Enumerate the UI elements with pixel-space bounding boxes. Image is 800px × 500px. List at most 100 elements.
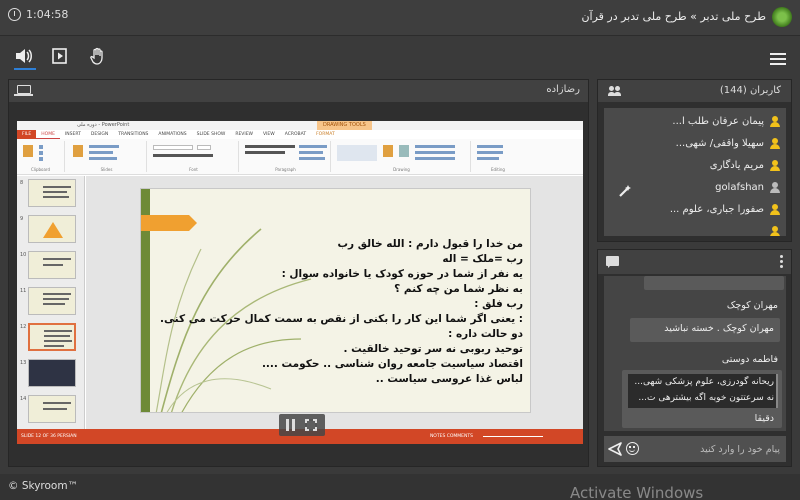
message-bubble-partial [644, 276, 784, 290]
user-icon [770, 115, 780, 127]
play-icon[interactable] [50, 47, 70, 65]
quote-line: نه سرعتتون خوبه اگه بیشترهی ت... [638, 393, 774, 403]
user-item[interactable]: golafshan [610, 177, 780, 199]
ppt-tab: DESIGN [90, 132, 109, 137]
toolbar [0, 37, 800, 75]
slide-thumbnail[interactable]: 8 [17, 178, 84, 210]
slide-thumbnail[interactable]: 14 [17, 394, 84, 426]
ribbon-group-label: Paragraph [275, 167, 296, 172]
timer-text: 1:04:58 [26, 8, 69, 21]
quote-line: ریحانه گودرزی، علوم پزشکی شهی... [634, 377, 774, 387]
users-panel-header: کاربران (144) [598, 80, 791, 102]
slide-arrow-shape [141, 215, 197, 231]
slide-line: اقتصاد سیاسیت جامعه روان شناسی .. حکومت … [261, 358, 523, 370]
slide-thumbnail[interactable]: 10 [17, 250, 84, 282]
ribbon-group: Font [149, 141, 239, 172]
slide-text-box[interactable]: من خدا را قبول دارم : الله خالق رب رب =م… [160, 237, 523, 387]
laptop-icon [14, 85, 33, 96]
message-text: دقیقا [754, 413, 774, 424]
activate-windows-watermark: Activate Windows [570, 484, 704, 500]
hand-icon[interactable] [88, 47, 108, 65]
chat-icon [606, 256, 619, 268]
ppt-ribbon: Clipboard Slides Font Paragraph Drawing … [17, 139, 583, 175]
presenter-name: رضازاده [546, 84, 580, 95]
zoom-slider [483, 436, 543, 437]
drawing-tools-label: DRAWING TOOLS [317, 121, 372, 130]
user-item[interactable]: مریم یادگاری [610, 155, 780, 177]
presentation-panel: رضازاده دوره ملی - PowerPoint DRAWING TO… [8, 79, 589, 467]
user-item[interactable]: سهیلا واقفی/ شهی... [610, 133, 780, 155]
speaker-icon[interactable] [14, 47, 34, 65]
slide-thumbnail-selected[interactable]: 12 [17, 322, 84, 354]
session-timer: 1:04:58 [8, 8, 68, 21]
menu-icon[interactable] [770, 53, 786, 68]
current-slide: من خدا را قبول دارم : الله خالق رب رب =م… [140, 188, 531, 413]
slide-edit-area: من خدا را قبول دارم : الله خالق رب رب =م… [86, 176, 583, 429]
send-icon[interactable] [608, 441, 622, 457]
ppt-tab: VIEW [263, 132, 275, 137]
slide-line: به نظر شما من چه کنم ؟ [394, 283, 523, 295]
users-panel-title: کاربران (144) [719, 85, 781, 96]
user-icon [770, 203, 780, 215]
user-item[interactable]: صفورا جباری، علوم ... [610, 199, 780, 221]
clock-icon [8, 8, 21, 21]
pause-icon[interactable] [286, 419, 296, 431]
shared-screen: دوره ملی - PowerPoint DRAWING TOOLS FILE… [17, 121, 583, 444]
ppt-ribbon-tabs: FILE HOME INSERT DESIGN TRANSITIONS ANIM… [17, 130, 583, 139]
ppt-tab: INSERT [64, 132, 81, 137]
ribbon-group-label: Editing [491, 167, 505, 172]
slide-line: لباس غذا عروسی سیاست .. [375, 373, 523, 385]
screen-share-controls [279, 414, 325, 436]
more-options-icon[interactable] [780, 255, 783, 270]
ppt-tab: ANIMATIONS [158, 132, 187, 137]
ribbon-group-label: Slides [100, 167, 113, 172]
chat-panel-header [598, 250, 791, 274]
ribbon-group: Paragraph [241, 141, 331, 172]
message-sender: مهران کوچک [726, 300, 778, 311]
slide-line: یه نفر از شما در حوزه کودک یا خانواده سو… [281, 268, 523, 280]
message-sender: فاطمه دوستی [721, 354, 778, 365]
app-logo [772, 7, 792, 27]
fullscreen-icon[interactable] [305, 419, 317, 431]
message-text: مهران کوچک . خسته نباشید [664, 323, 774, 334]
user-name: مریم یادگاری [709, 160, 764, 171]
user-icon [770, 181, 780, 193]
active-indicator [14, 68, 36, 70]
chat-input[interactable] [648, 440, 780, 458]
slide-line: دو حالت داره : [448, 328, 523, 340]
slide-line: : یعنی اگر شما این کار را بکنی از نقص به… [160, 313, 523, 325]
user-item[interactable] [610, 221, 780, 236]
presentation-header: رضازاده [9, 80, 588, 102]
ppt-titlebar: دوره ملی - PowerPoint DRAWING TOOLS [17, 121, 583, 130]
ribbon-group-label: Drawing [393, 167, 410, 172]
ribbon-group-label: Clipboard [30, 167, 51, 172]
slide-line: من خدا را قبول دارم : الله خالق رب [337, 238, 523, 250]
ppt-tab: TRANSITIONS [118, 132, 149, 137]
ppt-status-right: NOTES COMMENTS [429, 434, 473, 439]
slide-line: توحید ربوبی نه سر توحید خالقیت . [343, 343, 523, 355]
magic-wand-icon[interactable] [618, 184, 632, 198]
slide-thumbnail[interactable]: 11 [17, 286, 84, 318]
ppt-tab: HOME [36, 130, 60, 139]
ribbon-group: Editing [473, 141, 523, 172]
room-title: طرح ملی تدبر » طرح ملی تدبر در قرآن [581, 10, 766, 23]
ribbon-group: Clipboard [17, 141, 65, 172]
slide-thumbnails-pane: 8 9 10 11 12 13 14 [17, 176, 85, 429]
brand-label: © Skyroom™ [8, 480, 79, 492]
user-item[interactable]: پیمان عرفان طلب ا... [610, 111, 780, 133]
user-name: golafshan [715, 182, 764, 193]
ppt-tab: FILE [17, 130, 37, 139]
user-name: صفورا جباری، علوم ... [669, 204, 764, 215]
user-icon [770, 137, 780, 149]
ppt-tab: FORMAT [316, 132, 335, 137]
emoji-icon[interactable] [626, 442, 639, 455]
slide-thumbnail[interactable]: 9 [17, 214, 84, 246]
user-list: پیمان عرفان طلب ا... سهیلا واقفی/ شهی...… [604, 108, 786, 236]
slide-thumbnail[interactable]: 13 [17, 358, 84, 390]
chat-panel: مهران کوچک مهران کوچک . خسته نباشید فاطم… [597, 249, 792, 467]
slide-line: رب فلق : [474, 298, 523, 310]
user-icon [770, 159, 780, 171]
ppt-tab: SLIDE SHOW [196, 132, 226, 137]
ppt-window-title: دوره ملی - PowerPoint [77, 122, 130, 128]
ribbon-group-label: Font [189, 167, 198, 172]
